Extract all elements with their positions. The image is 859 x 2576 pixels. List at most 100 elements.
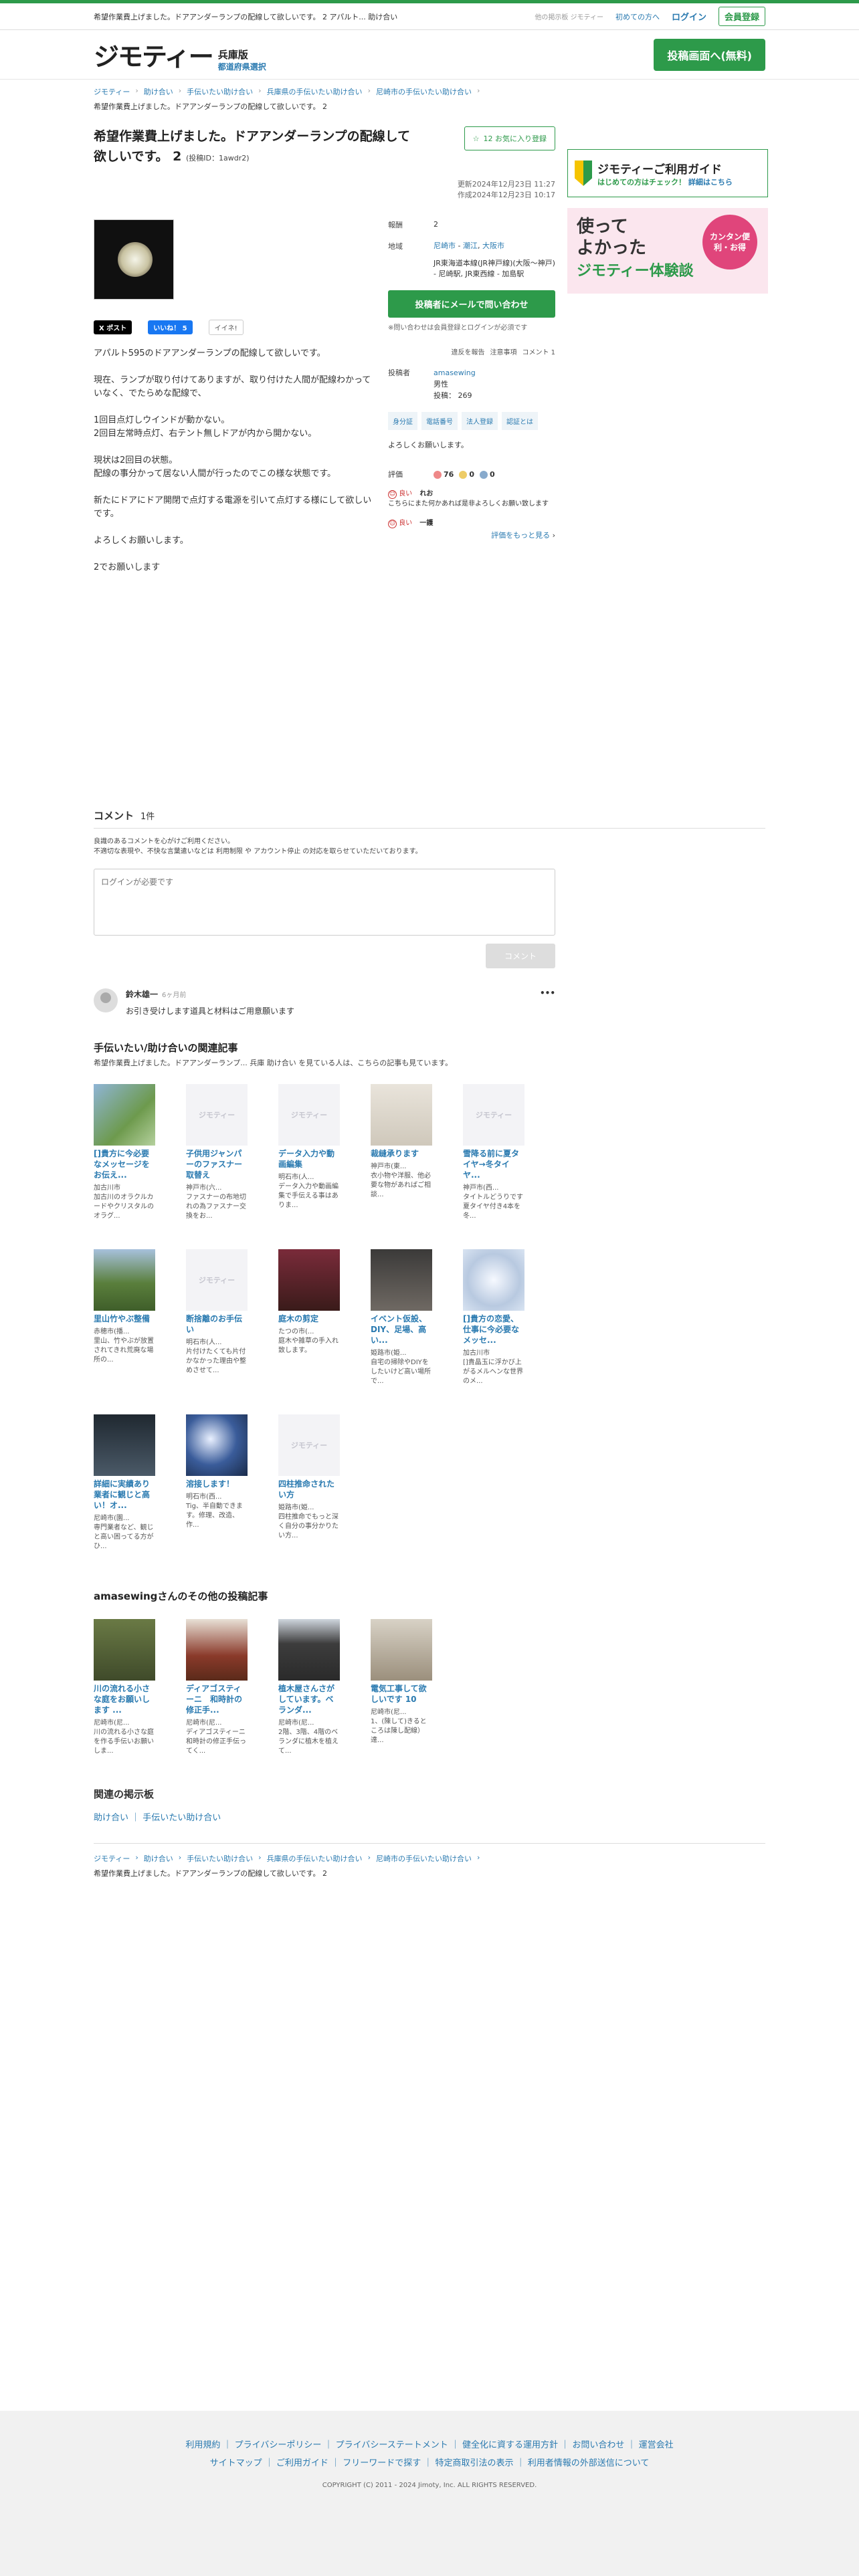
post-button[interactable]: 投稿画面へ(無料) [654, 38, 765, 71]
more-icon[interactable]: ••• [540, 988, 555, 998]
article-title-link[interactable]: 子供用ジャンパーのファスナー取替え [186, 1148, 248, 1180]
footer-link[interactable]: 健全化に資する運用方針 [462, 2440, 558, 2450]
article-title-link[interactable]: データ入力や動画編集 [278, 1148, 340, 1170]
breadcrumb-link[interactable]: ジモティー [94, 86, 130, 97]
area-link-amagasaki[interactable]: 尼崎市 [434, 241, 456, 250]
breadcrumb-link[interactable]: 助け合い [144, 86, 173, 97]
article-title-link[interactable]: []貴方に今必要なメッセージをお伝え... [94, 1148, 155, 1180]
article-title-link[interactable]: []貴方の恋愛、仕事に今必要なメッセ... [463, 1313, 524, 1346]
footer-link[interactable]: お問い合わせ [572, 2440, 624, 2450]
board-link-help-offer[interactable]: 手伝いたい助け合い [142, 1813, 221, 1823]
x-post-button[interactable]: X ポスト [94, 320, 132, 334]
comment-count-link[interactable]: コメント 1 [522, 346, 555, 356]
article-card[interactable]: 植木屋さんさがしています。ベランダ... 尼崎市(尼... 2階、3階、4階のベラン… [278, 1619, 340, 1756]
article-card[interactable]: 溶接します！ 明石市(西... Tig、半自動できます。修理、改造、作... [186, 1414, 248, 1551]
article-thumbnail[interactable] [278, 1619, 340, 1681]
article-card[interactable]: ジモティー 四柱推命されたい方 姫路市(姫... 四柱推命でもっと深く自分の事分かりた… [278, 1414, 340, 1551]
article-title-link[interactable]: 植木屋さんさがしています。ベランダ... [278, 1683, 340, 1715]
article-title-link[interactable]: 里山竹やぶ整備 [94, 1313, 155, 1324]
article-card[interactable]: 裁縫承ります 神戸市(東... 衣小物や洋服、他必要な物があればご相談... [371, 1084, 432, 1221]
article-thumbnail[interactable] [186, 1414, 248, 1476]
article-title-link[interactable]: イベント仮設、DIY、足場、高い... [371, 1313, 432, 1346]
board-link-help[interactable]: 助け合い [94, 1813, 128, 1823]
article-thumbnail[interactable] [94, 1619, 155, 1681]
footer-link[interactable]: サイトマップ [210, 2458, 262, 2468]
article-thumbnail[interactable] [186, 1619, 248, 1681]
article-thumbnail[interactable] [94, 1414, 155, 1476]
register-button[interactable]: 会員登録 [718, 7, 765, 26]
poster-name-link[interactable]: amasewing [434, 368, 476, 377]
badge-about-link[interactable]: 認証とは [502, 412, 538, 430]
article-card[interactable]: []貴方の恋愛、仕事に今必要なメッセ... 加古川市 []貴晶玉に浮かび上がるメルヘ… [463, 1249, 524, 1386]
article-card[interactable]: 川の流れる小さな庭をお願いします ... 尼崎市(尼... 川の流れる小さな庭を作る… [94, 1619, 155, 1756]
article-thumbnail[interactable]: ジモティー [186, 1249, 248, 1311]
breadcrumb-link[interactable]: 兵庫県の手伝いたい助け合い [267, 86, 363, 97]
login-link[interactable]: ログイン [672, 10, 706, 23]
article-title-link[interactable]: 裁縫承ります [371, 1148, 432, 1159]
guide-banner[interactable]: ジモティーご利用ガイド はじめての方はチェック！ 詳細はこちら [567, 149, 768, 197]
footer-link[interactable]: フリーワードで探す [343, 2458, 421, 2468]
facebook-like-button[interactable]: いいね！ 5 [148, 320, 193, 334]
report-link[interactable]: 違反を報告 [451, 346, 484, 356]
article-card[interactable]: 里山竹やぶ整備 赤穂市(播... 里山、竹やぶが放置されてきれ荒廃な場所の... [94, 1249, 155, 1386]
first-time-link[interactable]: 初めての方へ [615, 11, 660, 22]
iine-button[interactable]: イイネ! [208, 320, 244, 335]
article-thumbnail[interactable] [94, 1084, 155, 1146]
brand-logo[interactable]: ジモティー [94, 36, 214, 73]
prefecture-select-link[interactable]: 都道府県選択 [218, 61, 266, 73]
article-card[interactable]: ジモティー 子供用ジャンパーのファスナー取替え 神戸市(六... ファスナーの布地切れ… [186, 1084, 248, 1221]
area-link-osaka[interactable]: 大阪市 [482, 241, 504, 250]
breadcrumb-link[interactable]: 助け合い [144, 1853, 173, 1864]
article-thumbnail[interactable] [94, 1249, 155, 1311]
article-card[interactable]: イベント仮設、DIY、足場、高い... 姫路市(姫... 自宅の掃除やDIYをしたい… [371, 1249, 432, 1386]
article-card[interactable]: 詳細に実績あり業者に観じと高い！オ... 尼崎市(園... 専門業者など、観じと高い… [94, 1414, 155, 1551]
avatar[interactable] [94, 988, 118, 1012]
article-card[interactable]: 庭木の剪定 たつの市(... 庭木や雑草の手入れ致します。 [278, 1249, 340, 1386]
article-thumbnail[interactable] [278, 1249, 340, 1311]
other-boards-link[interactable]: 他の掲示板 ジモティー [535, 11, 603, 21]
breadcrumb-link[interactable]: ジモティー [94, 1853, 130, 1864]
article-title-link[interactable]: 川の流れる小さな庭をお願いします ... [94, 1683, 155, 1715]
article-thumbnail[interactable]: ジモティー [278, 1084, 340, 1146]
article-thumbnail[interactable]: ジモティー [463, 1084, 524, 1146]
breadcrumb-link[interactable]: 兵庫県の手伝いたい助け合い [267, 1853, 363, 1864]
post-photo[interactable] [94, 219, 174, 300]
article-title-link[interactable]: 電気工事して欲しいです 10 [371, 1683, 432, 1705]
article-title-link[interactable]: ディアゴスティーニ 和時計の修正手... [186, 1683, 248, 1715]
experience-banner[interactable]: 使って よかった ジモティー体験談 カンタン便利・お得 [567, 208, 768, 294]
article-title-link[interactable]: 溶接します！ [186, 1479, 248, 1489]
footer-link[interactable]: ご利用ガイド [276, 2458, 328, 2468]
article-thumbnail[interactable] [371, 1084, 432, 1146]
article-thumbnail[interactable]: ジモティー [278, 1414, 340, 1476]
footer-link[interactable]: プライバシーポリシー [235, 2440, 322, 2450]
footer-link[interactable]: 特定商取引法の表示 [435, 2458, 513, 2468]
article-card[interactable]: ジモティー 雪降る前に夏タイヤ→冬タイヤ... 神戸市(西... タイトルどうりです … [463, 1084, 524, 1221]
article-card[interactable]: ディアゴスティーニ 和時計の修正手... 尼崎市(尼... ディアゴスティーニ和時計… [186, 1619, 248, 1756]
logo[interactable]: ジモティー 兵庫版 都道府県選択 [94, 36, 266, 73]
article-thumbnail[interactable] [371, 1619, 432, 1681]
article-thumbnail[interactable]: ジモティー [186, 1084, 248, 1146]
article-title-link[interactable]: 庭木の剪定 [278, 1313, 340, 1324]
area-link-shioe[interactable]: 潮江 [463, 241, 478, 250]
article-title-link[interactable]: 断捨離のお手伝い [186, 1313, 248, 1335]
breadcrumb-link[interactable]: 手伝いたい助け合い [187, 86, 253, 97]
notice-link[interactable]: 注意事項 [490, 346, 516, 356]
favorite-button[interactable]: ☆ 12 お気に入り登録 [464, 126, 555, 150]
footer-link[interactable]: 利用者情報の外部送信について [528, 2458, 650, 2468]
contact-button[interactable]: 投稿者にメールで問い合わせ [388, 290, 555, 318]
article-thumbnail[interactable] [371, 1249, 432, 1311]
breadcrumb-link[interactable]: 尼崎市の手伝いたい助け合い [376, 1853, 472, 1864]
footer-link[interactable]: 利用規約 [185, 2440, 220, 2450]
more-reviews-link[interactable]: 評価をもっと見る › [388, 530, 555, 540]
article-title-link[interactable]: 四柱推命されたい方 [278, 1479, 340, 1500]
breadcrumb-link[interactable]: 手伝いたい助け合い [187, 1853, 253, 1864]
comment-submit-button[interactable]: コメント [485, 944, 555, 968]
footer-link[interactable]: 運営会社 [639, 2440, 674, 2450]
article-card[interactable]: ジモティー 断捨離のお手伝い 明石市(人... 片付けたくても片付かなかった理由や整め… [186, 1249, 248, 1386]
article-card[interactable]: []貴方に今必要なメッセージをお伝え... 加古川市 加古川のオラクルカードやクリス… [94, 1084, 155, 1221]
footer-link[interactable]: プライバシーステートメント [336, 2440, 448, 2450]
article-card[interactable]: ジモティー データ入力や動画編集 明石市(人... データ入力や動画編集で手伝える事は… [278, 1084, 340, 1221]
article-thumbnail[interactable] [463, 1249, 524, 1311]
article-title-link[interactable]: 雪降る前に夏タイヤ→冬タイヤ... [463, 1148, 524, 1180]
comment-input[interactable] [94, 869, 555, 936]
